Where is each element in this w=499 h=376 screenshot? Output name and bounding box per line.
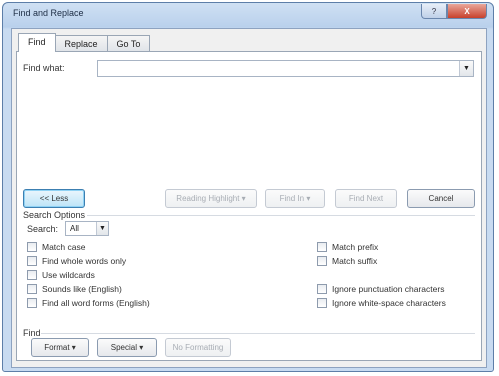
find-section-title: Find: [23, 328, 41, 338]
less-button[interactable]: << Less: [23, 189, 85, 208]
no-formatting-button[interactable]: No Formatting: [165, 338, 231, 357]
match-prefix-checkbox[interactable]: Match prefix: [317, 242, 378, 252]
find-replace-dialog: Find and Replace ? X Find Replace Go To …: [2, 2, 494, 372]
format-button[interactable]: Format ▾: [31, 338, 89, 357]
match-suffix-checkbox[interactable]: Match suffix: [317, 256, 377, 266]
checkbox-label: Match prefix: [332, 242, 379, 252]
find-tab-panel: Find what: ▼ << Less Reading Highlight ▾…: [16, 51, 482, 361]
checkbox-label: Find all word forms (English): [42, 298, 150, 308]
dialog-client: Find Replace Go To Find what: ▼ << Less …: [11, 28, 487, 368]
checkbox-label: Match suffix: [332, 256, 378, 266]
window-controls: ? X: [421, 4, 487, 19]
reading-highlight-button[interactable]: Reading Highlight ▾: [165, 189, 257, 208]
tab-goto[interactable]: Go To: [106, 35, 151, 52]
checkbox-label: Ignore white-space characters: [332, 298, 446, 308]
checkbox-icon[interactable]: [317, 284, 327, 294]
find-in-button[interactable]: Find In ▾: [265, 189, 325, 208]
checkbox-label: Find whole words only: [42, 256, 127, 266]
checkbox-icon[interactable]: [27, 284, 37, 294]
checkbox-icon[interactable]: [27, 298, 37, 308]
word-forms-checkbox[interactable]: Find all word forms (English): [27, 298, 150, 308]
checkbox-icon[interactable]: [27, 242, 37, 252]
whole-words-checkbox[interactable]: Find whole words only: [27, 256, 126, 266]
search-options-divider: [87, 215, 475, 216]
find-what-input[interactable]: ▼: [97, 60, 474, 77]
find-what-label: Find what:: [23, 63, 65, 73]
find-section-divider: [41, 333, 475, 334]
wildcards-checkbox[interactable]: Use wildcards: [27, 270, 95, 280]
chevron-down-icon[interactable]: ▼: [459, 61, 473, 76]
search-options-title: Search Options: [23, 210, 86, 220]
ignore-punctuation-checkbox[interactable]: Ignore punctuation characters: [317, 284, 444, 294]
checkbox-label: Match case: [42, 242, 86, 252]
search-direction-select[interactable]: All ▼: [65, 221, 109, 236]
special-button[interactable]: Special ▾: [97, 338, 157, 357]
checkbox-icon[interactable]: [27, 270, 37, 280]
search-direction-value: All: [70, 224, 79, 233]
sounds-like-checkbox[interactable]: Sounds like (English): [27, 284, 122, 294]
tab-replace[interactable]: Replace: [54, 35, 108, 52]
help-button[interactable]: ?: [421, 4, 447, 19]
checkbox-label: Use wildcards: [42, 270, 95, 280]
search-label: Search:: [27, 224, 59, 234]
close-button[interactable]: X: [447, 4, 487, 19]
checkbox-icon[interactable]: [27, 256, 37, 266]
checkbox-label: Sounds like (English): [42, 284, 122, 294]
checkbox-icon[interactable]: [317, 242, 327, 252]
window-title: Find and Replace: [13, 8, 84, 18]
tab-strip: Find Replace Go To: [18, 33, 151, 52]
checkbox-icon[interactable]: [317, 256, 327, 266]
checkbox-label: Ignore punctuation characters: [332, 284, 445, 294]
match-case-checkbox[interactable]: Match case: [27, 242, 85, 252]
find-next-button[interactable]: Find Next: [335, 189, 397, 208]
chevron-down-icon[interactable]: ▼: [96, 222, 108, 235]
ignore-whitespace-checkbox[interactable]: Ignore white-space characters: [317, 298, 446, 308]
checkbox-icon[interactable]: [317, 298, 327, 308]
tab-find[interactable]: Find: [18, 33, 56, 52]
cancel-button[interactable]: Cancel: [407, 189, 475, 208]
